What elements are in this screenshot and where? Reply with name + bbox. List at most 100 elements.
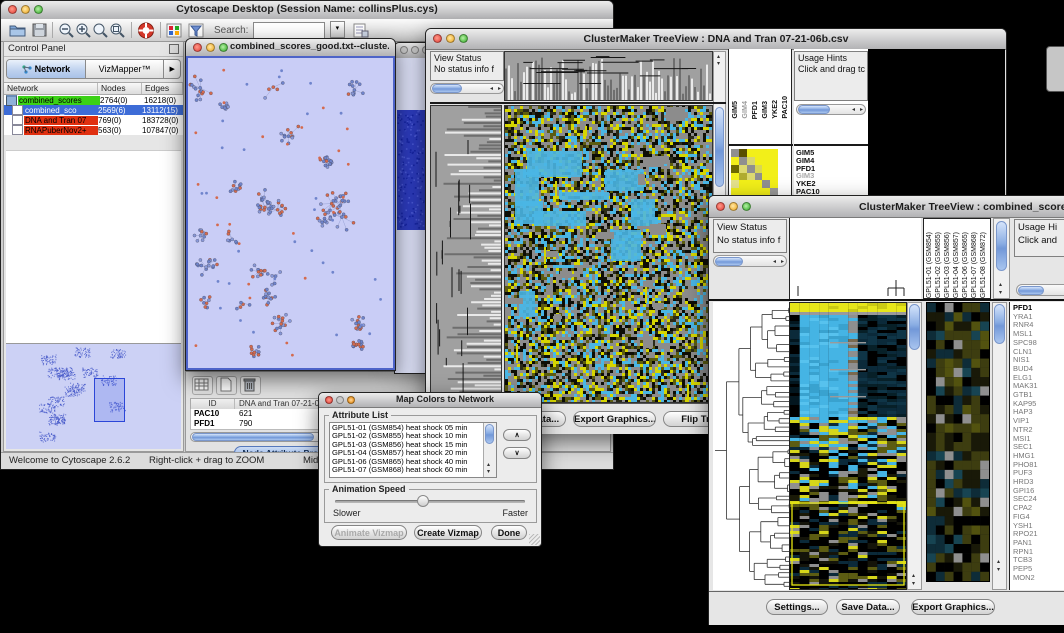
- minimize-button[interactable]: [336, 396, 344, 404]
- close-button[interactable]: [8, 5, 17, 14]
- tab-network[interactable]: Network: [7, 60, 86, 78]
- animation-speed-track[interactable]: [335, 500, 525, 503]
- treeview1-status-hscrollbar[interactable]: ◂ ▸: [430, 83, 504, 94]
- attribute-list-vscrollbar[interactable]: ▴ ▾: [483, 423, 496, 477]
- move-down-button[interactable]: ∨: [503, 447, 531, 459]
- attribute-item[interactable]: GPL51-07 (GSM868) heat shock 60 min: [332, 466, 480, 474]
- minimize-button[interactable]: [446, 34, 455, 43]
- scroll-down-icon[interactable]: ▾: [912, 581, 915, 587]
- create-attribute-icon[interactable]: [216, 376, 237, 395]
- minimize-button[interactable]: [411, 46, 419, 54]
- treeview1-heatmap[interactable]: [504, 105, 713, 403]
- gene-column-label[interactable]: YKE2: [771, 100, 779, 119]
- network-table-header[interactable]: NetworkNodesEdges: [4, 82, 183, 95]
- gene-column-label[interactable]: GIM3: [761, 101, 769, 119]
- scroll-up-icon[interactable]: ▴: [487, 462, 490, 468]
- network-window-titlebar[interactable]: combined_scores_good.txt--cluste...: [186, 39, 395, 57]
- array-column-label[interactable]: GPL51-06 (GSM865): [962, 232, 970, 298]
- scroll-left-icon[interactable]: ◂: [852, 107, 855, 113]
- network-list-row[interactable]: RNAPuberNov2+563(0)107847(0): [4, 125, 183, 135]
- treeview2-row-dendrogram[interactable]: [713, 302, 789, 590]
- minimize-button[interactable]: [21, 5, 30, 14]
- array-column-label[interactable]: GPL51-03 (GSM856): [944, 232, 952, 298]
- treeview2-heatmap-vscrollbar[interactable]: ▴ ▾: [907, 302, 922, 590]
- zoom-button[interactable]: [347, 396, 355, 404]
- scroll-right-icon[interactable]: ▸: [860, 107, 863, 113]
- birdseye-view[interactable]: [6, 343, 181, 449]
- scroll-down-icon[interactable]: ▾: [999, 290, 1002, 296]
- settings-button[interactable]: Settings...: [766, 599, 828, 615]
- treeview2-column-dendrogram[interactable]: [789, 218, 921, 299]
- treeview2-usage-hscrollbar[interactable]: [1016, 284, 1064, 296]
- move-up-button[interactable]: ∧: [503, 429, 531, 441]
- close-button[interactable]: [325, 396, 333, 404]
- column-header[interactable]: Nodes: [98, 83, 142, 94]
- data-panel-hscrollbar[interactable]: [190, 432, 330, 442]
- close-button[interactable]: [433, 34, 442, 43]
- select-attributes-icon[interactable]: [192, 376, 213, 395]
- tab-vizmapper[interactable]: VizMapper™: [86, 60, 164, 78]
- network-list-row[interactable]: DNA and Tran 07769(0)183728(0): [4, 115, 183, 125]
- attribute-browser-icon[interactable]: [353, 23, 369, 38]
- treeview1-usage-hscrollbar[interactable]: ◂ ▸: [796, 104, 866, 115]
- network-list-row[interactable]: combined_scores2764(0)16218(0): [4, 95, 183, 105]
- scroll-up-icon[interactable]: ▴: [717, 54, 720, 60]
- scroll-down-icon[interactable]: ▾: [717, 61, 720, 67]
- filter-icon[interactable]: [188, 23, 204, 38]
- array-column-label[interactable]: GPL51-02 (GSM855): [935, 232, 943, 298]
- treeview1-zoom-matrix[interactable]: [731, 149, 778, 196]
- export-graphics-button[interactable]: Export Graphics...: [911, 599, 995, 615]
- scroll-down-icon[interactable]: ▾: [997, 567, 1000, 573]
- scroll-up-icon[interactable]: ▴: [997, 559, 1000, 565]
- column-header[interactable]: Edges: [142, 83, 183, 94]
- array-column-label[interactable]: GPL51-08 (GSM872): [980, 232, 988, 298]
- animate-vizmap-button[interactable]: Animate Vizmap: [331, 525, 407, 540]
- create-vizmap-button[interactable]: Create Vizmap: [414, 525, 482, 540]
- zoom-button[interactable]: [459, 34, 468, 43]
- array-column-label[interactable]: GPL51-01 (GSM854): [926, 232, 934, 298]
- scroll-left-icon[interactable]: ◂: [490, 86, 493, 92]
- float-panel-icon[interactable]: [169, 44, 179, 54]
- treeview2-collabel-vscrollbar[interactable]: ▴ ▾: [993, 218, 1010, 299]
- gene-label[interactable]: MON2: [1013, 574, 1064, 583]
- tab-overflow-icon[interactable]: ▶: [163, 60, 180, 78]
- minimize-button[interactable]: [206, 43, 215, 52]
- zoom-out-icon[interactable]: [58, 22, 75, 38]
- birdseye-viewport-rect[interactable]: [94, 378, 125, 422]
- treeview2-status-hscrollbar[interactable]: ◂ ▸: [713, 255, 787, 267]
- scroll-right-icon[interactable]: ▸: [781, 259, 784, 265]
- gene-column-label[interactable]: PAC10: [781, 96, 789, 119]
- zoom-button[interactable]: [219, 43, 228, 52]
- open-file-icon[interactable]: [9, 23, 26, 37]
- vizmapper-icon[interactable]: [166, 23, 182, 38]
- treeview2-titlebar[interactable]: ClusterMaker TreeView : combined_scores_…: [709, 196, 1064, 218]
- done-button[interactable]: Done: [491, 525, 527, 540]
- dialog-titlebar[interactable]: Map Colors to Network: [319, 393, 541, 408]
- gene-column-label[interactable]: PFD1: [751, 101, 759, 119]
- animation-speed-slider[interactable]: [417, 495, 429, 507]
- close-button[interactable]: [716, 202, 725, 211]
- resize-grip[interactable]: [529, 534, 540, 545]
- network-list-empty[interactable]: [6, 150, 181, 343]
- help-lifesaver-icon[interactable]: [137, 22, 155, 39]
- main-titlebar[interactable]: Cytoscape Desktop (Session Name: collins…: [1, 1, 613, 20]
- treeview2-zoom-vscrollbar[interactable]: ▴ ▾: [992, 302, 1007, 590]
- column-header[interactable]: ID: [191, 399, 235, 409]
- treeview2-heatmap[interactable]: [789, 302, 907, 590]
- gene-column-label[interactable]: GIM4: [741, 101, 749, 119]
- close-button[interactable]: [193, 43, 202, 52]
- network-canvas[interactable]: [186, 56, 395, 370]
- treeview1-row-dendrogram[interactable]: [430, 105, 502, 403]
- treeview1-titlebar[interactable]: ClusterMaker TreeView : DNA and Tran 07-…: [426, 29, 1006, 50]
- scroll-left-icon[interactable]: ◂: [773, 259, 776, 265]
- save-data-button[interactable]: Save Data...: [836, 599, 900, 615]
- zoom-in-icon[interactable]: [75, 22, 92, 38]
- search-input[interactable]: [253, 22, 325, 39]
- zoom-actual-icon[interactable]: [92, 22, 109, 38]
- array-column-label[interactable]: GPL51-04 (GSM857): [953, 232, 961, 298]
- export-graphics-button[interactable]: Export Graphics...: [573, 411, 656, 427]
- array-column-label[interactable]: GPL51-07 (GSM868): [971, 232, 979, 298]
- zoom-button[interactable]: [34, 5, 43, 14]
- network-list-row[interactable]: combined_sco2569(6)13112(15): [4, 105, 183, 115]
- save-icon[interactable]: [32, 23, 47, 37]
